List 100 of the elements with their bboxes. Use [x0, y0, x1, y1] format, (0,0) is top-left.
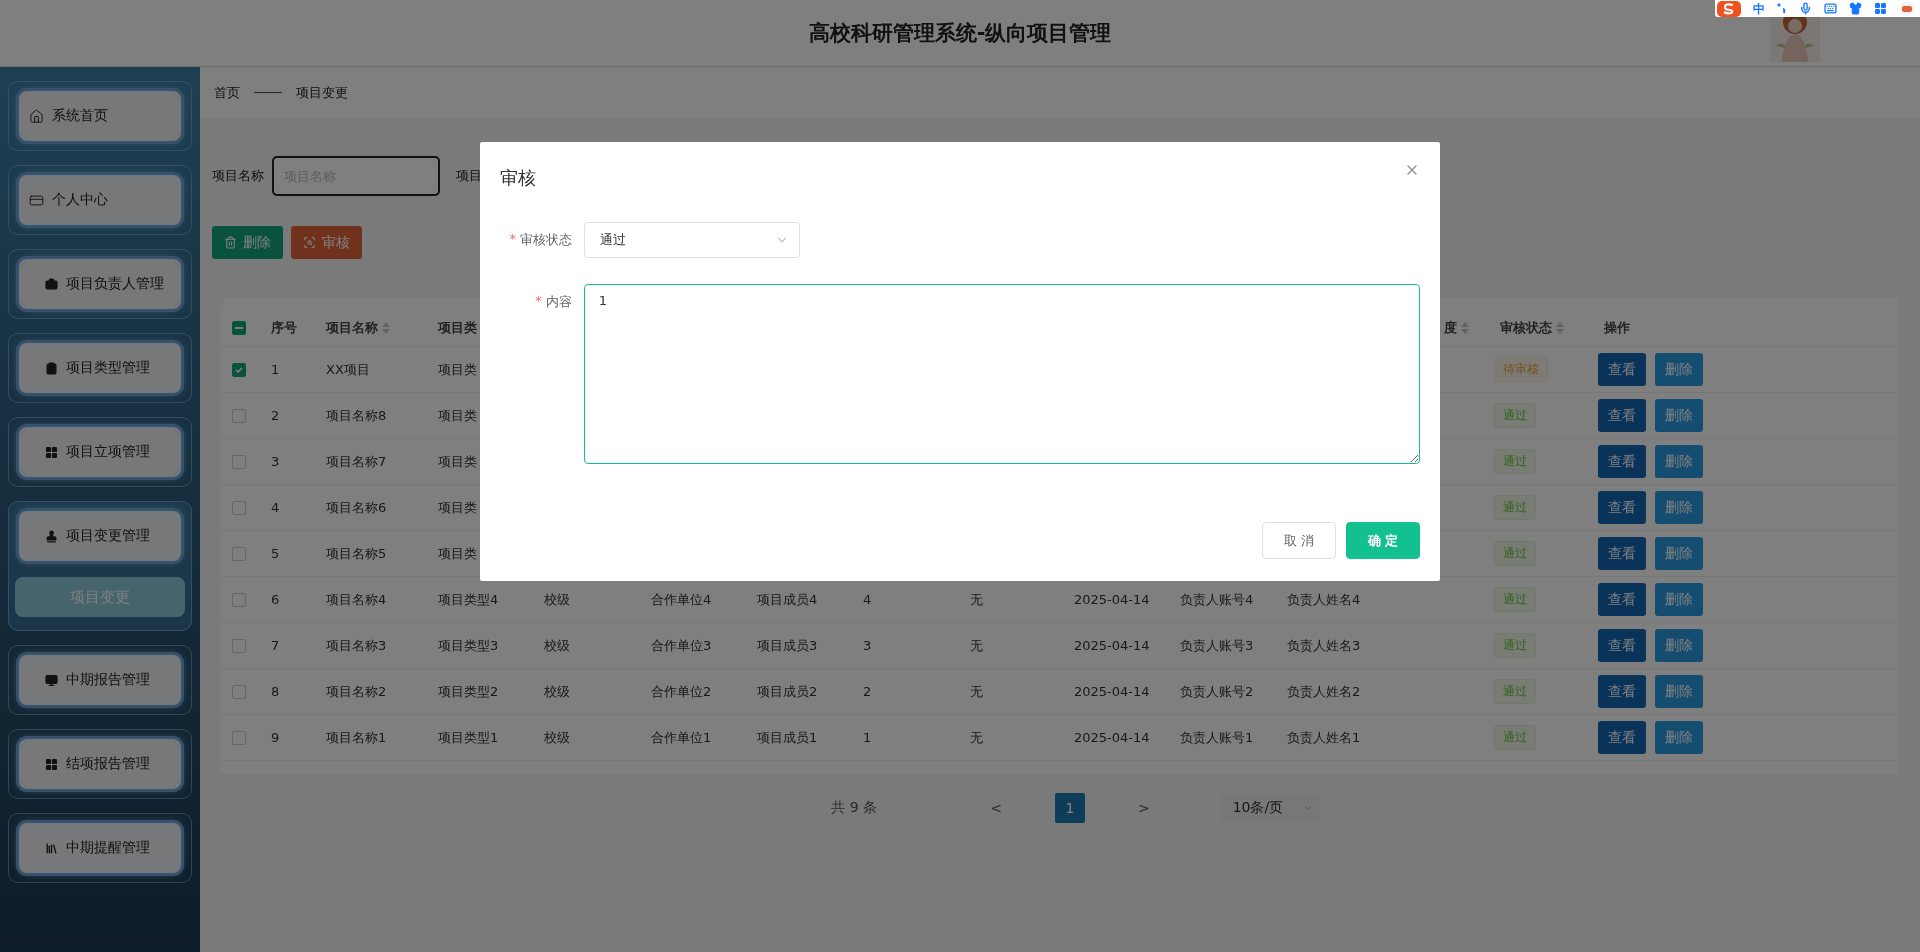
delete-button[interactable]: 删除: [1655, 353, 1703, 386]
checkbox[interactable]: [232, 500, 246, 515]
view-button[interactable]: 查看: [1598, 721, 1646, 754]
delete-button[interactable]: 删除: [1655, 583, 1703, 616]
sidebar-item[interactable]: 项目类型管理: [19, 343, 181, 393]
sidebar-item[interactable]: 项目变更管理: [19, 511, 181, 561]
table-cell-text: 项目名称5: [325, 544, 388, 563]
checkbox[interactable]: [232, 638, 246, 653]
view-button[interactable]: 查看: [1598, 445, 1646, 478]
breadcrumb-item[interactable]: 首页: [214, 83, 240, 102]
table-cell-text: 合作单位1: [650, 728, 713, 747]
view-button[interactable]: 查看: [1598, 583, 1646, 616]
table-cell-text: 项目成员1: [756, 728, 819, 747]
table-cell-text: 1: [862, 730, 873, 745]
home-icon: [29, 108, 44, 124]
view-button[interactable]: 查看: [1598, 399, 1646, 432]
prev-page-button[interactable]: <: [982, 800, 1010, 816]
delete-button[interactable]: 删除: [1655, 445, 1703, 478]
table-cell-text: 项目类: [437, 544, 478, 563]
view-button[interactable]: 查看: [1598, 675, 1646, 708]
delete-button[interactable]: 删除: [1655, 537, 1703, 570]
sidebar-item[interactable]: 项目立项管理: [19, 427, 181, 477]
check-icon: [234, 364, 244, 375]
ime-avatar-icon[interactable]: [1899, 0, 1915, 17]
table-cell-text: 项目名称7: [325, 452, 388, 471]
sidebar-item[interactable]: 系统首页: [19, 91, 181, 141]
status-tag: 通过: [1494, 541, 1536, 566]
checkbox[interactable]: [232, 730, 246, 745]
table-cell-text: 校级: [543, 682, 571, 701]
checkbox[interactable]: [232, 408, 246, 423]
checkbox[interactable]: [232, 684, 246, 699]
sidebar-item[interactable]: 个人中心: [19, 175, 181, 225]
table-cell-text: 2025-04-14: [1073, 684, 1151, 699]
content-field[interactable]: 1: [583, 284, 1420, 464]
table-cell-text: 8: [270, 684, 281, 699]
table-cell-text: 项目名称8: [325, 406, 388, 425]
view-button[interactable]: 查看: [1598, 353, 1646, 386]
delete-button[interactable]: 删除: [1655, 721, 1703, 754]
checkbox[interactable]: [232, 362, 246, 377]
ime-mode-button[interactable]: 中: [1753, 2, 1765, 15]
table-cell-text: 项目类型3: [437, 636, 500, 655]
status-select[interactable]: 通过: [584, 222, 800, 258]
view-button[interactable]: 查看: [1598, 629, 1646, 662]
sort-icon[interactable]: [1461, 321, 1469, 334]
sidebar-item[interactable]: 中期报告管理: [19, 655, 181, 705]
delete-button[interactable]: 删除: [1655, 675, 1703, 708]
shirt-icon[interactable]: [1849, 2, 1862, 15]
checkbox[interactable]: [232, 592, 246, 607]
grid-icon[interactable]: [1874, 2, 1887, 15]
status-tag: 通过: [1494, 679, 1536, 704]
table-cell-text: 负责人账号4: [1179, 590, 1255, 609]
sidebar-item[interactable]: 结项报告管理: [19, 739, 181, 789]
table-cell-text: 无: [969, 682, 984, 701]
table-cell-text: 校级: [543, 590, 571, 609]
field-label: 内容: [545, 293, 572, 311]
delete-button[interactable]: 删除: [212, 226, 283, 259]
microphone-icon[interactable]: [1799, 2, 1812, 15]
search-label: 项目名称: [212, 167, 264, 185]
status-tag: 待审核: [1494, 357, 1548, 382]
view-button[interactable]: 查看: [1598, 537, 1646, 570]
briefcase-icon: [45, 277, 58, 291]
delete-button[interactable]: 删除: [1655, 491, 1703, 524]
column-header: 序号: [270, 318, 298, 337]
delete-button[interactable]: 删除: [1655, 629, 1703, 662]
breadcrumb-item[interactable]: 项目变更: [296, 83, 348, 102]
page-button[interactable]: 1: [1054, 793, 1085, 823]
search-label: 项目: [456, 167, 482, 185]
column-header[interactable]: 审核状态: [1494, 318, 1598, 337]
status-tag: 通过: [1494, 449, 1536, 474]
column-header[interactable]: 度: [1434, 318, 1494, 337]
confirm-button[interactable]: 确 定: [1346, 522, 1420, 559]
cancel-button[interactable]: 取 消: [1262, 522, 1336, 559]
sort-icon[interactable]: [382, 321, 390, 334]
view-button[interactable]: 查看: [1598, 491, 1646, 524]
column-header[interactable]: 项目名称: [320, 318, 432, 337]
status-tag: 通过: [1494, 725, 1536, 750]
sort-icon[interactable]: [1556, 321, 1564, 334]
status-tag: 通过: [1494, 495, 1536, 520]
checkbox[interactable]: [232, 454, 246, 469]
table-cell-text: 负责人账号2: [1179, 682, 1255, 701]
table-cell-text: 负责人账号3: [1179, 636, 1255, 655]
table-cell-text: 无: [969, 728, 984, 747]
sidebar-item[interactable]: 中期提醒管理: [19, 823, 181, 873]
table-cell-text: 项目名称1: [325, 728, 388, 747]
total-count: 共 9 条: [831, 799, 878, 817]
checkbox[interactable]: [232, 320, 246, 335]
table-cell-text: 项目类型4: [437, 590, 500, 609]
audit-button[interactable]: 审核: [291, 226, 362, 259]
table-cell-text: 校级: [543, 636, 571, 655]
table-cell-text: 项目类: [437, 406, 478, 425]
delete-button[interactable]: 删除: [1655, 399, 1703, 432]
next-page-button[interactable]: >: [1129, 800, 1158, 816]
sidebar-item[interactable]: 项目负责人管理: [19, 259, 181, 309]
status-tag: 通过: [1494, 587, 1536, 612]
table-cell-text: 7: [270, 638, 281, 653]
punctuation-icon[interactable]: [1777, 2, 1787, 15]
clipboard-icon: [45, 361, 58, 375]
checkbox[interactable]: [232, 546, 246, 561]
table-cell-text: 合作单位2: [650, 682, 713, 701]
keyboard-icon[interactable]: [1824, 2, 1837, 15]
